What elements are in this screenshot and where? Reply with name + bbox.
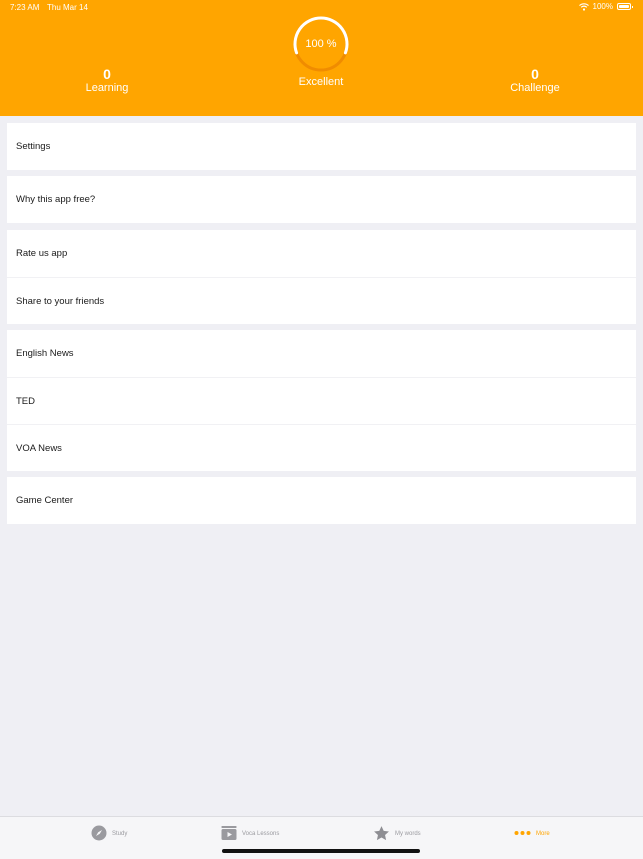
menu-item-settings[interactable]: Settings: [7, 123, 636, 170]
tab-label: Study: [112, 831, 128, 837]
menu-item-label: Rate us app: [16, 248, 68, 259]
group-news: English News TED VOA News: [7, 330, 636, 471]
tab-voca-lessons[interactable]: Voca Lessons: [221, 824, 279, 844]
challenge-label: Challenge: [510, 82, 560, 94]
battery-icon: [617, 3, 633, 10]
learning-count: 0: [103, 66, 111, 82]
more-dots-icon: [514, 830, 531, 838]
video-icon: [221, 825, 237, 843]
menu-item-label: VOA News: [16, 442, 62, 454]
menu-item-ted[interactable]: TED: [7, 377, 636, 424]
menu-item-game-center[interactable]: Game Center: [7, 477, 636, 524]
tab-label: My words: [395, 831, 421, 837]
menu-item-voa-news[interactable]: VOA News: [7, 424, 636, 471]
menu-item-why-free[interactable]: Why this app free?: [7, 176, 636, 223]
rating-label: Excellent: [298, 76, 344, 88]
status-date: Thu Mar 14: [47, 3, 88, 12]
learning-label: Learning: [85, 82, 129, 94]
group-settings: Settings: [7, 123, 636, 170]
group-game-center: Game Center: [7, 477, 636, 524]
menu-item-share[interactable]: Share to your friends: [7, 277, 636, 324]
menu-item-rate-us[interactable]: Rate us app: [7, 230, 636, 277]
summary-header: 7:23 AM Thu Mar 14 100% 100 % Excellent …: [0, 0, 643, 116]
menu-item-label: English News: [16, 348, 74, 359]
menu-item-label: TED: [16, 395, 35, 407]
learning-stat[interactable]: 0 Learning: [47, 66, 167, 95]
menu-item-english-news[interactable]: English News: [7, 330, 636, 377]
compass-icon: [91, 825, 107, 843]
home-indicator: [222, 849, 420, 853]
progress-label: 100 %: [305, 38, 337, 50]
tab-more[interactable]: More: [514, 824, 550, 844]
menu-item-label: Settings: [16, 141, 51, 152]
star-icon: [373, 825, 390, 844]
group-share: Rate us app Share to your friends: [7, 230, 636, 324]
challenge-count: 0: [531, 66, 539, 82]
group-why-free: Why this app free?: [7, 176, 636, 223]
challenge-stat[interactable]: 0 Challenge: [475, 66, 595, 95]
progress-gauge: 100 %: [291, 14, 351, 74]
status-time: 7:23 AM: [10, 3, 40, 12]
tab-my-words[interactable]: My words: [373, 824, 421, 844]
tab-label: Voca Lessons: [242, 831, 280, 837]
tab-study[interactable]: Study: [91, 824, 127, 844]
menu-item-label: Share to your friends: [16, 295, 105, 307]
status-right: 100%: [578, 2, 633, 11]
battery-percent: 100%: [592, 2, 613, 11]
tab-label: More: [536, 831, 550, 837]
menu-item-label: Why this app free?: [16, 194, 96, 205]
wifi-icon: [578, 2, 589, 11]
menu-item-label: Game Center: [16, 495, 74, 506]
